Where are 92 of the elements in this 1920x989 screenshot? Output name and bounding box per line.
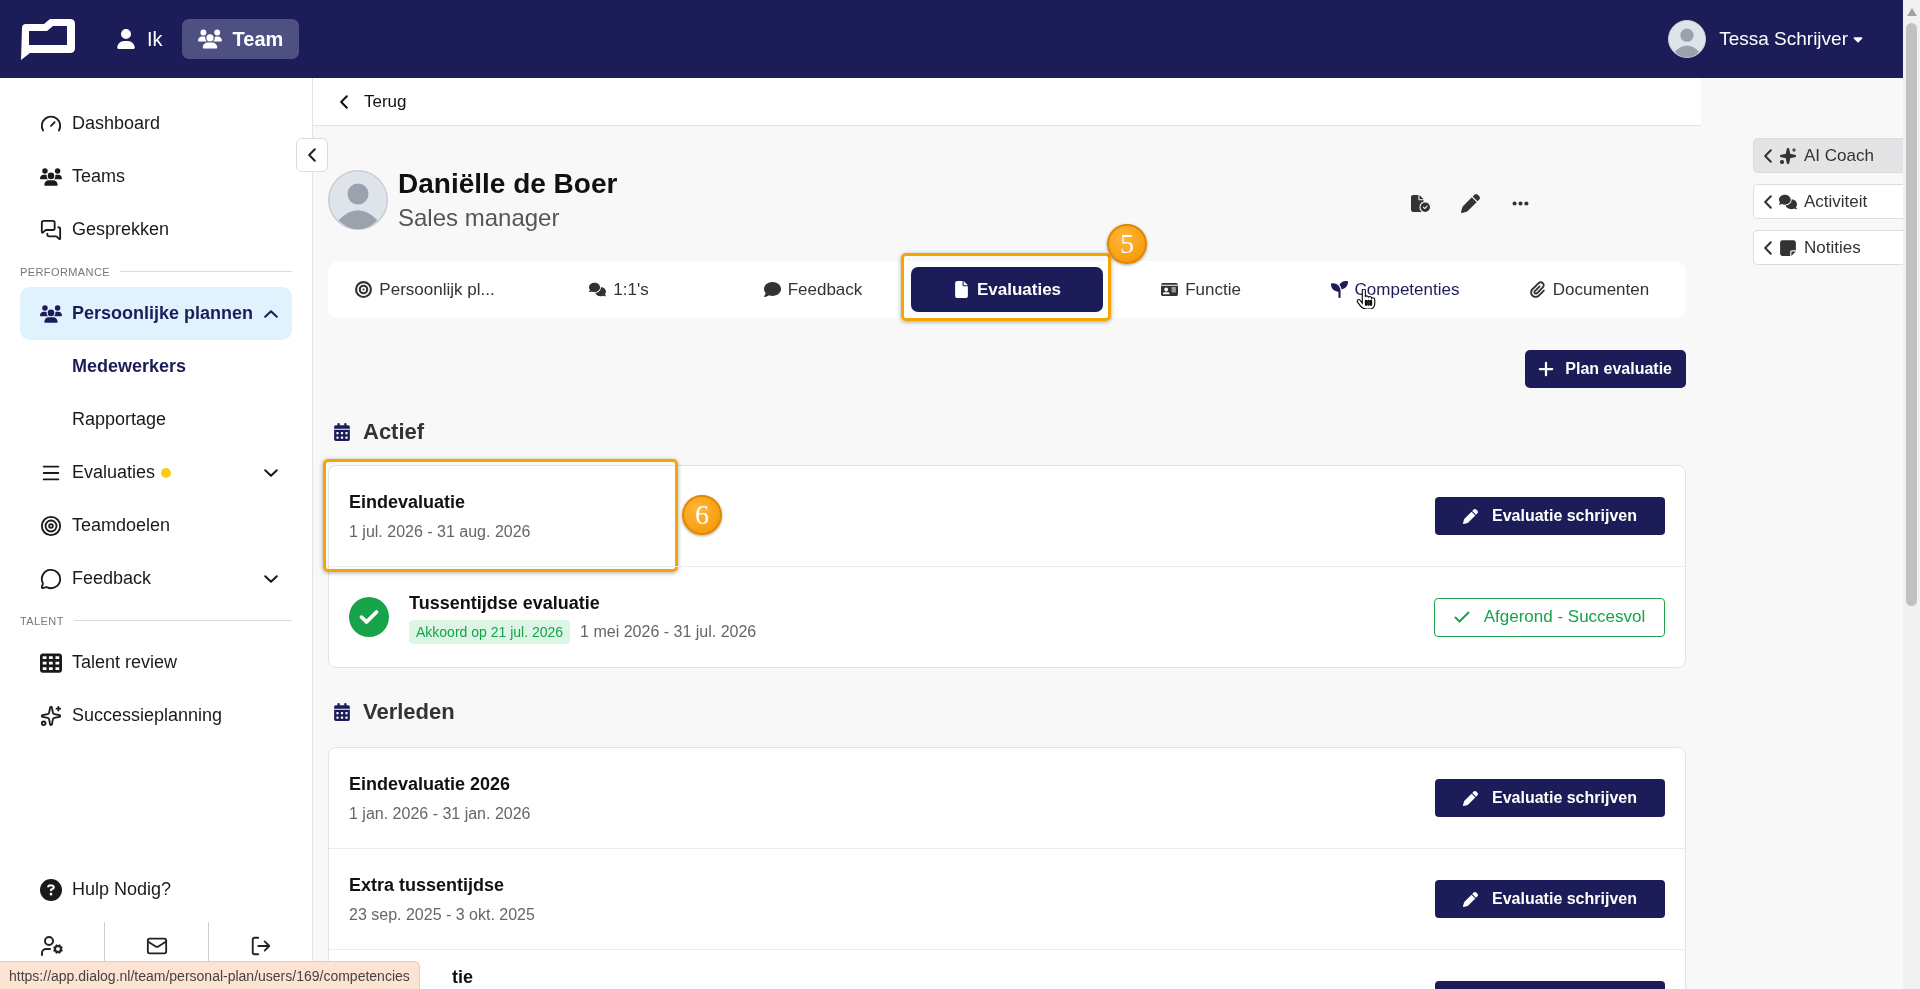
nav-tab[interactable]: Team xyxy=(181,19,300,59)
tab[interactable]: Functie xyxy=(1105,267,1297,312)
sidebar-item[interactable]: Evaluaties xyxy=(20,446,292,499)
step-number-badge: 5 xyxy=(1107,224,1147,264)
chevron-left-icon xyxy=(1764,240,1772,255)
side-panel-tab[interactable]: Notities xyxy=(1753,230,1903,265)
evaluation-title: tie xyxy=(452,966,473,989)
user-menu-button[interactable]: Tessa Schrijver xyxy=(1668,20,1865,58)
bullseye-icon xyxy=(355,281,373,298)
section-label: TALENT xyxy=(20,614,64,627)
tab[interactable]: Feedback xyxy=(717,267,909,312)
sparkles-icon xyxy=(40,704,62,727)
tab[interactable]: Evaluaties xyxy=(911,267,1103,312)
write-evaluation-button[interactable]: Evaluatie schrijven xyxy=(1435,779,1665,817)
grid-icon xyxy=(40,651,62,674)
evaluation-title: Extra tussentijdse xyxy=(349,873,506,897)
paperclip-icon xyxy=(1528,281,1546,298)
sidebar-item[interactable]: Gesprekken xyxy=(20,203,292,256)
date-range: 1 mei 2026 - 31 jul. 2026 xyxy=(580,621,757,642)
job-title: Sales manager xyxy=(398,204,561,232)
date-range: 1 jul. 2026 - 31 aug. 2026 xyxy=(349,521,531,542)
app-logo[interactable] xyxy=(18,18,76,60)
users-icon xyxy=(40,165,62,188)
sidebar-item[interactable]: Talent review xyxy=(20,636,292,689)
person-icon xyxy=(116,29,136,49)
write-evaluation-button[interactable]: Evaluatie schrijven xyxy=(1435,880,1665,918)
mail-icon xyxy=(145,935,168,957)
profile-avatar xyxy=(328,170,388,230)
document-icon xyxy=(952,281,970,298)
chat-bubble-icon xyxy=(763,281,781,298)
tab[interactable]: Documenten xyxy=(1493,267,1685,312)
date-range: 23 sep. 2025 - 3 okt. 2025 xyxy=(349,904,535,925)
tab[interactable]: Persoonlijk pl... xyxy=(329,267,521,312)
users-icon xyxy=(40,302,62,325)
status-badge: Afgerond - Succesvol xyxy=(1434,597,1665,637)
sidebar-item[interactable]: Persoonlijke plannen xyxy=(20,287,292,340)
check-icon xyxy=(1453,611,1470,623)
pencil-icon xyxy=(1463,790,1478,806)
section-label: PERFORMANCE xyxy=(20,265,110,278)
sparkles-icon xyxy=(1779,146,1797,165)
chevron-left-icon xyxy=(1764,148,1772,163)
chat-bubbles-icon xyxy=(1779,192,1797,211)
evaluation-title: Eindevaluatie 2026 xyxy=(349,772,512,796)
write-evaluation-button[interactable]: Evaluatie schrijven xyxy=(1435,497,1665,535)
sidebar-subitem[interactable]: Rapportage xyxy=(20,393,292,446)
date-range: 1 jan. 2026 - 31 jan. 2026 xyxy=(349,803,531,824)
collapse-sidebar-button[interactable] xyxy=(296,138,328,172)
target-icon xyxy=(40,514,62,537)
file-check-icon[interactable] xyxy=(1411,193,1430,213)
sidebar-subitem[interactable]: Medewerkers xyxy=(20,340,292,393)
logout-icon xyxy=(249,935,272,957)
plus-icon xyxy=(1537,360,1556,378)
help-icon xyxy=(40,878,62,901)
help-link[interactable]: Hulp Nodig? xyxy=(20,863,292,916)
chat-bubbles-icon xyxy=(40,218,62,241)
user-gear-icon xyxy=(40,934,64,958)
plan-evaluation-button[interactable]: Plan evaluatie xyxy=(1525,350,1686,388)
user-avatar xyxy=(1668,20,1707,58)
chat-bubbles-icon xyxy=(589,281,607,298)
chevron-left-icon xyxy=(308,148,316,162)
sidebar-item[interactable]: Feedback xyxy=(20,552,292,605)
tab[interactable]: 1:1's xyxy=(523,267,715,312)
evaluation-title: Eindevaluatie xyxy=(349,490,467,514)
back-link[interactable]: Terug xyxy=(340,91,407,112)
tab[interactable]: Competenties xyxy=(1299,267,1491,312)
chat-bubble-icon xyxy=(40,567,62,590)
chevron-left-icon xyxy=(340,94,348,109)
side-panel-tab[interactable]: Activiteit xyxy=(1753,184,1903,219)
side-panel-tab[interactable]: AI Coach xyxy=(1753,138,1903,173)
pencil-icon[interactable] xyxy=(1461,193,1480,213)
scrollbar-thumb[interactable] xyxy=(1906,23,1917,606)
calendar-icon xyxy=(333,423,351,441)
id-card-icon xyxy=(1161,281,1179,298)
nav-tab[interactable]: Ik xyxy=(100,19,179,59)
evaluation-title: Tussentijdse evaluatie xyxy=(409,591,601,615)
person-name: Daniëlle de Boer xyxy=(398,168,618,200)
sidebar-item[interactable]: Dashboard xyxy=(20,97,292,150)
approval-badge: Akkoord op 21 jul. 2026 xyxy=(409,619,571,644)
sidebar-item[interactable]: Teamdoelen xyxy=(20,499,292,552)
section-title: Verleden xyxy=(363,699,455,725)
sidebar-item[interactable]: Teams xyxy=(20,150,292,203)
step-number-badge: 6 xyxy=(682,495,722,535)
seedling-icon xyxy=(1330,281,1348,298)
users-icon xyxy=(197,27,222,51)
sidebar-item[interactable]: Successieplanning xyxy=(20,689,292,742)
pencil-icon xyxy=(1463,891,1478,907)
pencil-icon xyxy=(1463,508,1478,524)
calendar-icon xyxy=(333,703,351,721)
status-url-tooltip: https://app.dialog.nl/team/personal-plan/users/169/competencies xyxy=(0,961,420,989)
chevron-left-icon xyxy=(1764,194,1772,209)
section-title: Actief xyxy=(363,419,425,445)
sticky-note-icon xyxy=(1779,238,1797,257)
